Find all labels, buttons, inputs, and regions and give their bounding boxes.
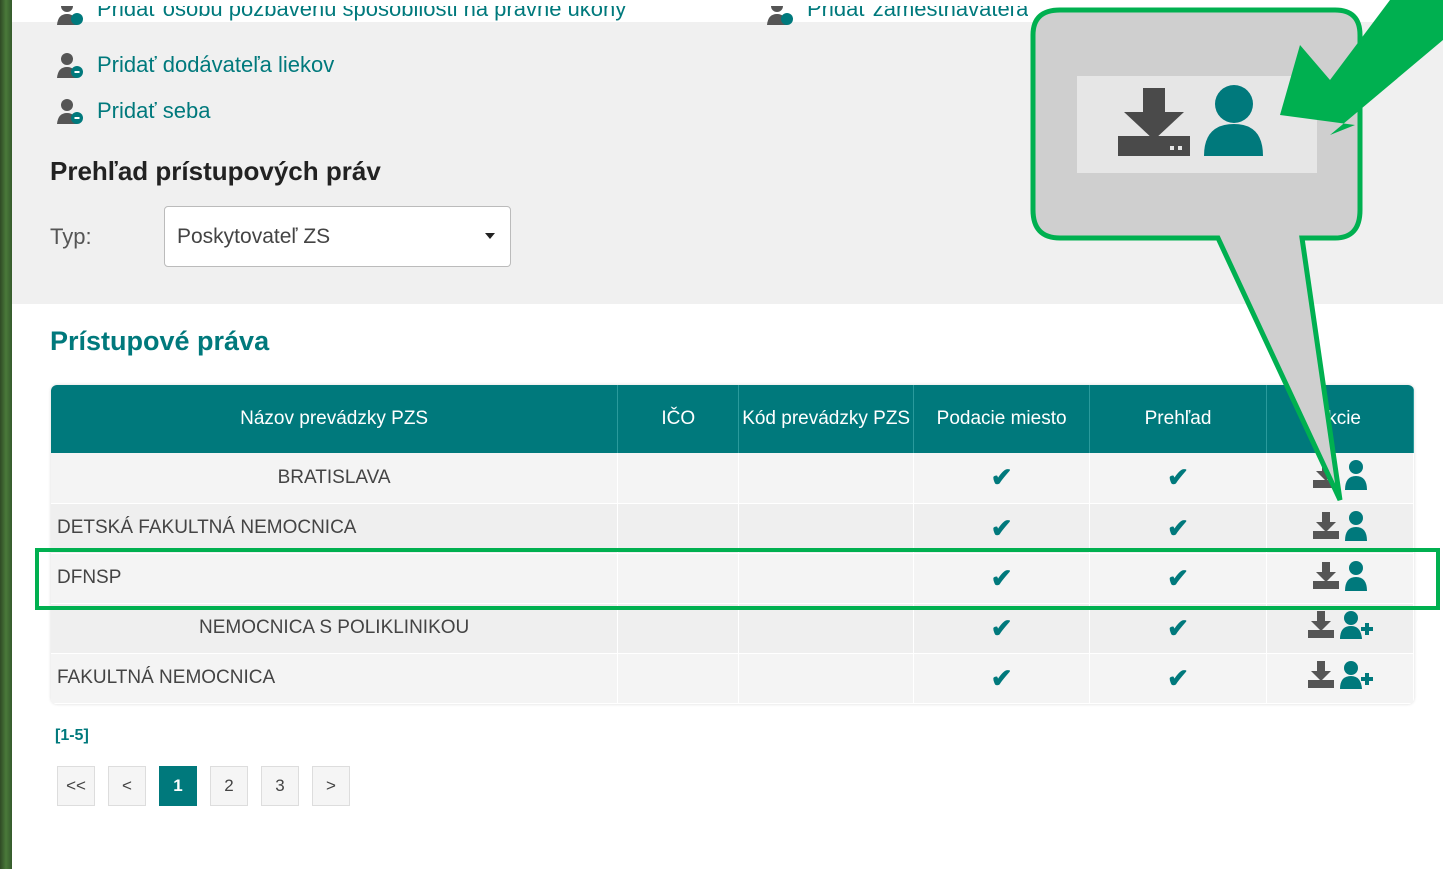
callout-zoom-area [1077,76,1317,173]
callout-overlay [1030,0,1443,502]
